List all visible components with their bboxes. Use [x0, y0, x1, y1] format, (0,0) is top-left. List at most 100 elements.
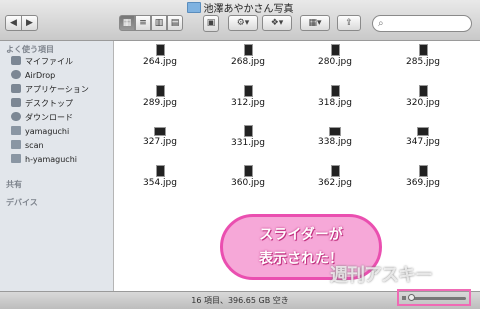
file-preview-icon: ▣	[206, 18, 216, 28]
file-item[interactable]: 369.jpg	[391, 165, 455, 193]
image-thumbnail	[418, 165, 428, 177]
desktop-icon	[11, 98, 21, 107]
file-item[interactable]: 327.jpg	[128, 125, 192, 153]
dropbox-icon: ❖▾	[270, 18, 284, 28]
file-item[interactable]: 360.jpg	[216, 165, 280, 193]
callout-line-1: スライダーが	[259, 227, 343, 243]
image-thumbnail	[418, 85, 428, 97]
folder-icon	[11, 154, 21, 163]
file-name: 264.jpg	[143, 57, 177, 67]
sidebar-item-desktop[interactable]: デスクトップ	[11, 97, 73, 111]
file-item[interactable]: 289.jpg	[128, 85, 192, 113]
file-name: 320.jpg	[406, 98, 440, 108]
file-item[interactable]: 338.jpg	[303, 125, 367, 153]
file-item[interactable]: 347.jpg	[391, 125, 455, 153]
share-button[interactable]: ⇪	[337, 15, 361, 31]
dropbox-button[interactable]: ❖▾	[262, 15, 292, 31]
file-name: 289.jpg	[143, 98, 177, 108]
file-name: 347.jpg	[406, 137, 440, 147]
arrange-icon: ▦▾	[308, 18, 322, 28]
share-icon: ⇪	[345, 18, 353, 28]
file-item[interactable]: 331.jpg	[216, 125, 280, 153]
list-icon: ≡	[139, 18, 147, 28]
file-item[interactable]: 362.jpg	[303, 165, 367, 193]
image-thumbnail	[418, 44, 428, 56]
sidebar-item-label: yamaguchi	[25, 127, 70, 136]
action-button[interactable]: ⚙▾	[228, 15, 258, 31]
file-name: 318.jpg	[318, 98, 352, 108]
file-name: 362.jpg	[318, 178, 352, 188]
back-button[interactable]: ◀	[5, 15, 22, 31]
sidebar-item-label: h-yamaguchi	[25, 155, 77, 164]
forward-button[interactable]: ▶	[21, 15, 38, 31]
gear-icon: ⚙▾	[236, 18, 250, 28]
sidebar-item-my-files[interactable]: マイファイル	[11, 55, 73, 69]
chevron-left-icon: ◀	[10, 18, 17, 28]
file-item[interactable]: 320.jpg	[391, 85, 455, 113]
chevron-right-icon: ▶	[26, 18, 33, 28]
image-thumbnail	[330, 44, 340, 56]
all-files-icon	[11, 56, 21, 65]
image-thumbnail	[243, 165, 253, 177]
file-item[interactable]: 354.jpg	[128, 165, 192, 193]
file-name: 338.jpg	[318, 137, 352, 147]
image-thumbnail	[155, 85, 165, 97]
sidebar-item-label: ダウンロード	[25, 113, 73, 122]
sidebar-item-h-yamaguchi[interactable]: h-yamaguchi	[11, 153, 77, 167]
list-view-button[interactable]: ≡	[135, 15, 151, 31]
file-item[interactable]: 285.jpg	[391, 44, 455, 72]
image-thumbnail	[243, 85, 253, 97]
sidebar-item-downloads[interactable]: ダウンロード	[11, 111, 73, 125]
slider-track[interactable]	[412, 297, 466, 300]
folder-icon	[186, 2, 201, 13]
image-thumbnail	[243, 125, 253, 137]
sidebar-item-scan[interactable]: scan	[11, 139, 44, 153]
image-thumbnail	[329, 127, 341, 136]
icon-size-slider[interactable]	[397, 289, 471, 306]
file-item[interactable]: 312.jpg	[216, 85, 280, 113]
file-name: 331.jpg	[231, 138, 265, 148]
image-thumbnail	[155, 44, 165, 56]
image-thumbnail	[417, 127, 429, 136]
slider-knob[interactable]	[408, 294, 415, 301]
coverflow-icon: ▤	[170, 18, 180, 28]
file-item[interactable]: 318.jpg	[303, 85, 367, 113]
icon-view-button[interactable]: ▦	[119, 15, 135, 31]
coverflow-view-button[interactable]: ▤	[167, 15, 183, 31]
file-name: 280.jpg	[318, 57, 352, 67]
file-name: 285.jpg	[406, 57, 440, 67]
watermark-logo: 週刊アスキー	[330, 265, 433, 286]
applications-icon	[11, 84, 21, 93]
search-field[interactable]: ⌕	[372, 15, 472, 32]
favorites-header: よく使う項目	[6, 45, 54, 54]
arrange-button[interactable]: ▦▾	[300, 15, 330, 31]
columns-icon: ▥	[154, 18, 164, 28]
folder-icon	[11, 140, 21, 149]
sidebar-item-applications[interactable]: アプリケーション	[11, 83, 89, 97]
file-name: 268.jpg	[231, 57, 265, 67]
file-item[interactable]: 280.jpg	[303, 44, 367, 72]
sidebar-item-yamaguchi[interactable]: yamaguchi	[11, 125, 69, 139]
file-name: 369.jpg	[406, 178, 440, 188]
window-title-text: 池澤あやかさん写真	[203, 4, 294, 15]
column-view-button[interactable]: ▥	[151, 15, 167, 31]
image-thumbnail	[155, 165, 165, 177]
image-thumbnail	[330, 85, 340, 97]
image-thumbnail	[330, 165, 340, 177]
grid-icon: ▦	[122, 18, 132, 28]
sidebar-item-airdrop[interactable]: AirDrop	[11, 69, 55, 83]
file-item[interactable]: 268.jpg	[216, 44, 280, 72]
file-name: 312.jpg	[231, 98, 265, 108]
devices-header: デバイス	[6, 198, 38, 207]
file-name: 354.jpg	[143, 178, 177, 188]
file-item[interactable]: 264.jpg	[128, 44, 192, 72]
folder-icon	[11, 126, 21, 135]
quicklook-button[interactable]: ▣	[203, 15, 219, 32]
finder-window: 池澤あやかさん写真 ◀ ▶ ▦ ≡ ▥ ▤ ▣ ⚙▾ ❖▾ ▦▾ ⇪ ⌕ よく使…	[0, 0, 480, 309]
file-name: 360.jpg	[231, 178, 265, 188]
shared-header: 共有	[6, 180, 22, 189]
sidebar-item-label: マイファイル	[25, 57, 73, 66]
image-thumbnail	[243, 44, 253, 56]
window-title: 池澤あやかさん写真	[0, 2, 480, 16]
search-icon: ⌕	[378, 18, 384, 29]
